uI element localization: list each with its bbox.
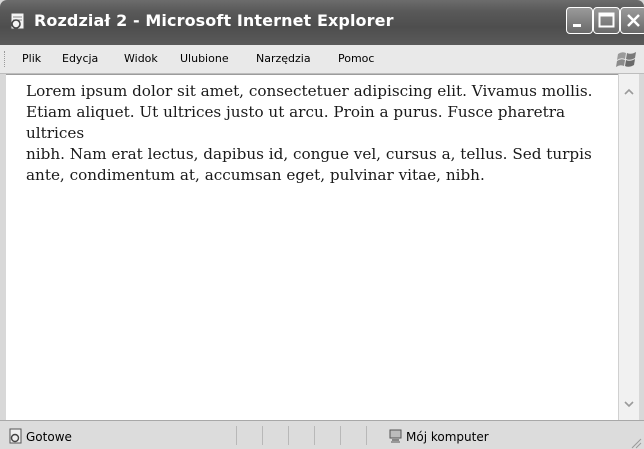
content-line: ante, condimentum at, accumsan eget, pul…	[26, 166, 485, 184]
menu-item-edycja[interactable]: Edycja	[62, 52, 98, 65]
maximize-icon	[598, 12, 615, 28]
status-divider	[340, 426, 341, 445]
security-zone-text: Mój komputer	[406, 430, 489, 444]
menu-item-widok[interactable]: Widok	[124, 52, 158, 65]
status-divider	[366, 426, 367, 445]
page-content[interactable]: Lorem ipsum dolor sit amet, consectetuer…	[6, 74, 618, 421]
chevron-up-icon	[624, 88, 634, 95]
status-divider	[288, 426, 289, 445]
menu-item-pomoc[interactable]: Pomoc	[338, 52, 374, 65]
title-bar[interactable]: Rozdział 2 - Microsoft Internet Explorer	[0, 0, 644, 45]
window-title: Rozdział 2 - Microsoft Internet Explorer	[34, 11, 394, 30]
status-divider	[236, 426, 237, 445]
resize-grip-icon[interactable]	[628, 435, 642, 449]
content-line: Lorem ipsum dolor sit amet, consectetuer…	[26, 82, 593, 100]
menu-item-narzedzia[interactable]: Narzędzia	[256, 52, 311, 65]
content-line: nibh. Nam erat lectus, dapibus id, congu…	[26, 145, 592, 163]
browser-window: Rozdział 2 - Microsoft Internet Explorer…	[0, 0, 644, 449]
content-paragraph: Lorem ipsum dolor sit amet, consectetuer…	[26, 81, 616, 186]
scroll-down-button[interactable]	[621, 396, 637, 412]
menu-item-ulubione[interactable]: Ulubione	[180, 52, 229, 65]
status-divider	[262, 426, 263, 445]
menu-item-plik[interactable]: Plik	[22, 52, 41, 65]
close-button[interactable]	[620, 7, 644, 34]
close-icon	[627, 14, 640, 27]
my-computer-icon	[389, 429, 402, 443]
menu-bar: Plik Edycja Widok Ulubione Narzędzia Pom…	[0, 45, 644, 74]
ie-page-icon	[10, 12, 25, 30]
chevron-down-icon	[624, 401, 634, 408]
content-line: Etiam aliquet. Ut ultrices justo ut arcu…	[26, 103, 566, 142]
scroll-up-button[interactable]	[621, 84, 637, 100]
menu-grip[interactable]	[4, 51, 7, 67]
status-bar: Gotowe Mój komputer	[0, 420, 644, 449]
status-text: Gotowe	[26, 430, 72, 444]
page-done-icon	[9, 428, 22, 444]
windows-flag-icon	[616, 52, 636, 67]
status-divider	[314, 426, 315, 445]
minimize-button[interactable]	[566, 7, 593, 34]
maximize-button[interactable]	[593, 7, 620, 34]
vertical-scrollbar[interactable]	[618, 74, 639, 420]
minimize-icon	[573, 24, 581, 27]
